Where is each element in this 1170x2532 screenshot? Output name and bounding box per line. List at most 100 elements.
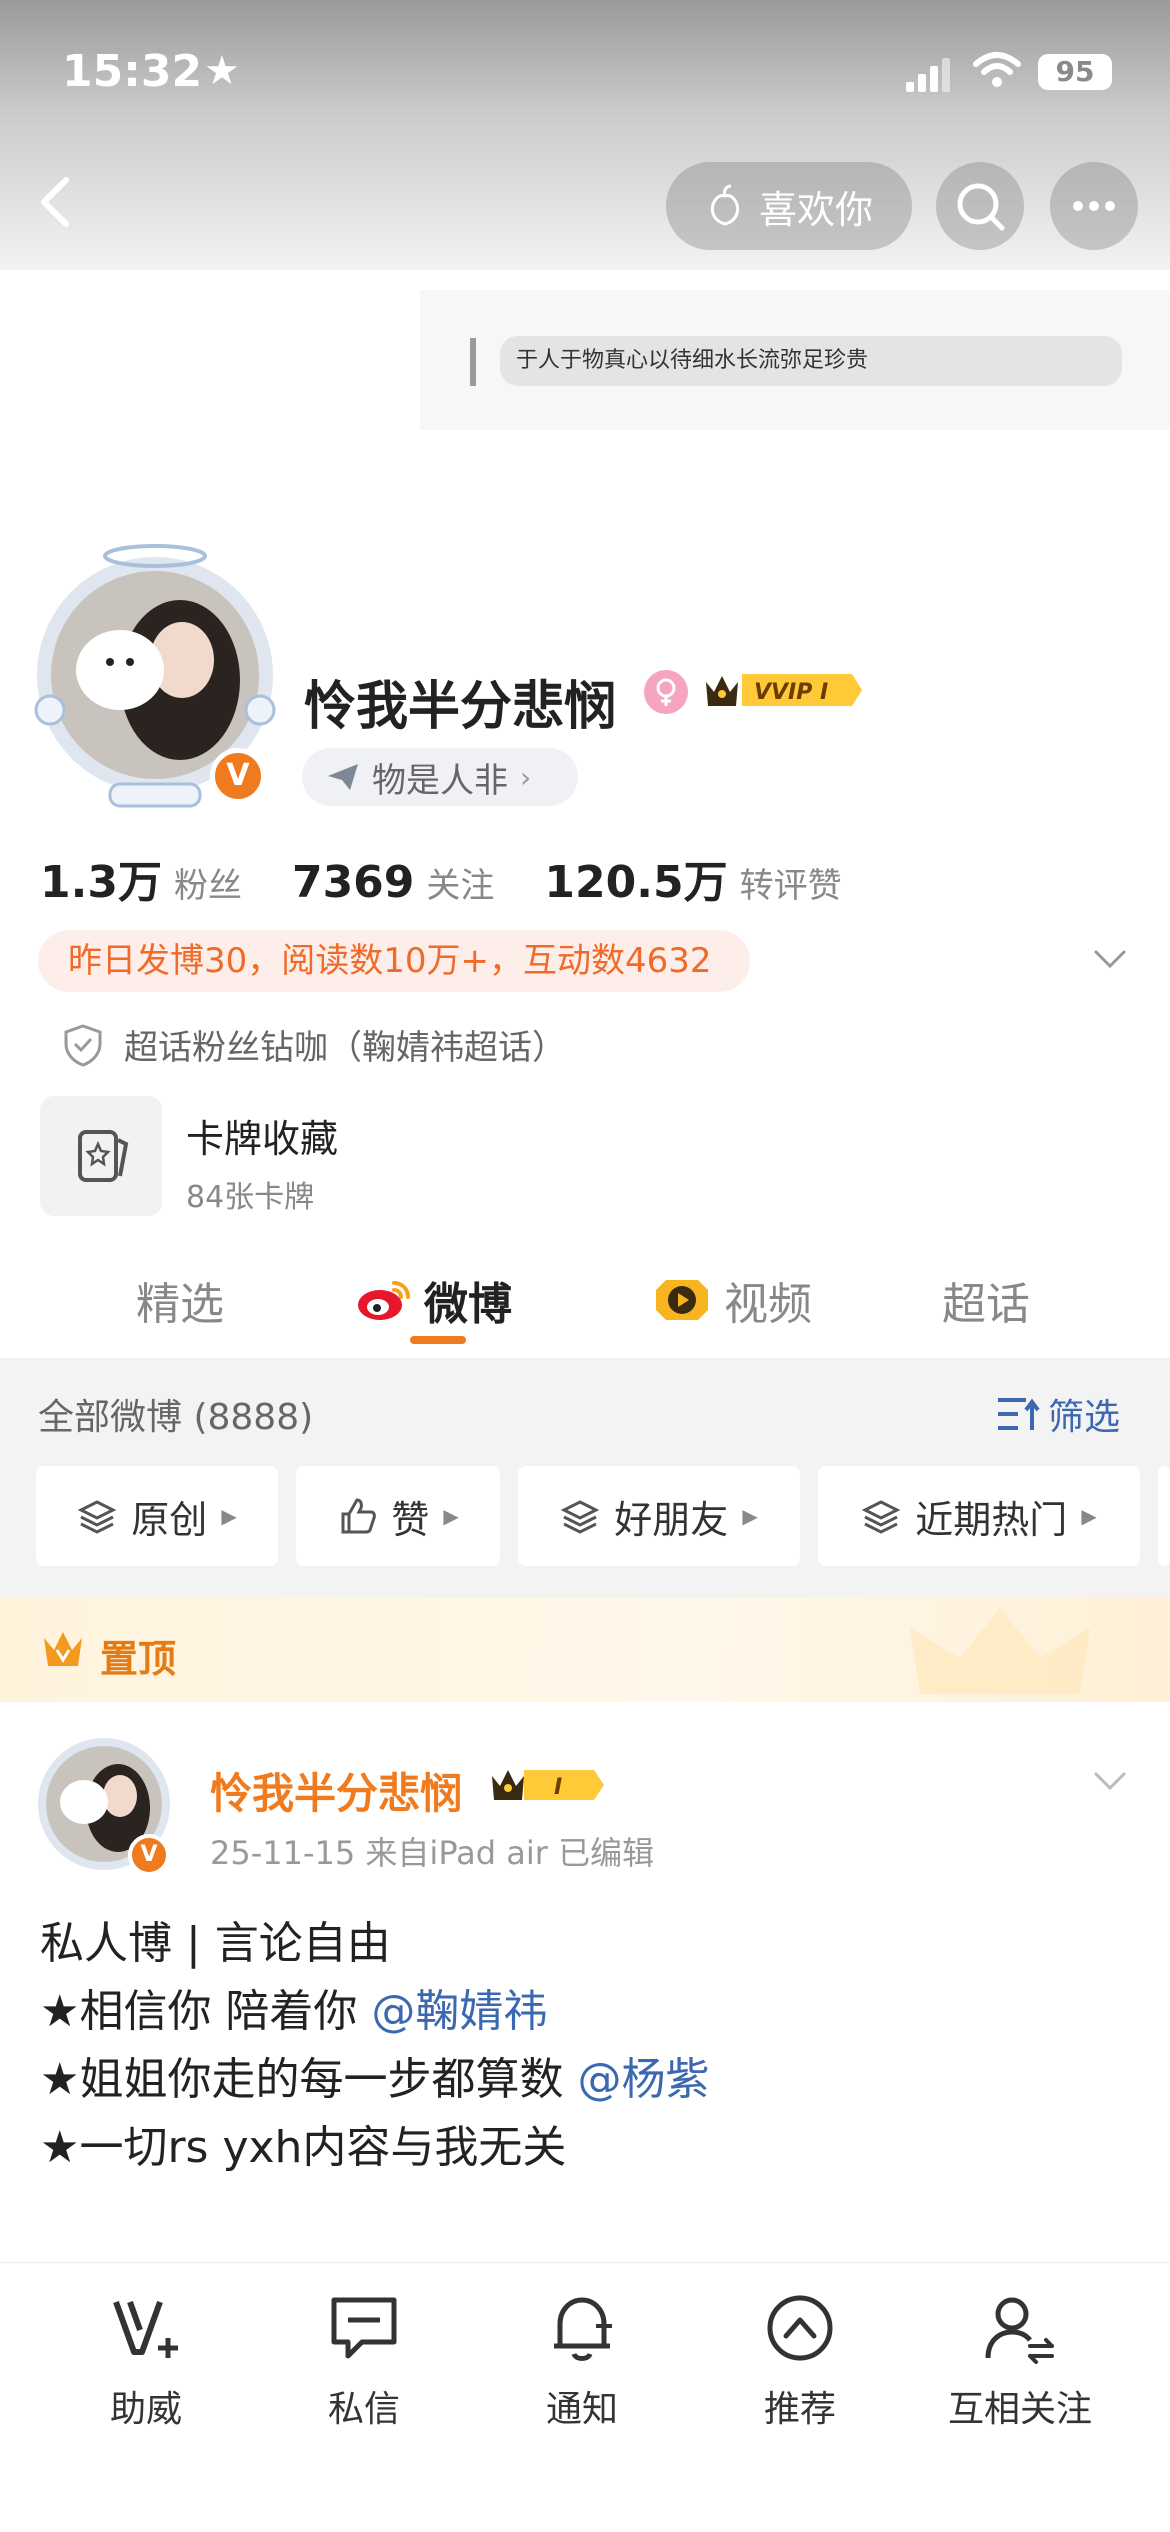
fan-title-text: 超话粉丝钻咖（鞠婧祎超话）: [124, 1028, 566, 1068]
tab-weibo[interactable]: 微博: [356, 1268, 512, 1332]
filter-label: 筛选: [1048, 1397, 1121, 1438]
tab-video[interactable]: 视频: [652, 1268, 812, 1332]
pinned-label: 置顶: [100, 1637, 177, 1681]
status-text: 物是人非: [372, 760, 508, 801]
bell-icon: [554, 2297, 612, 2361]
card-icon: [78, 1130, 129, 1182]
tab-weibo-label: 微博: [424, 1279, 512, 1330]
nav-recommend[interactable]: 推荐: [710, 2290, 890, 2432]
chip-friends-label: 好朋友: [614, 1497, 729, 1542]
battery-level: 95: [1038, 54, 1112, 90]
mention-link[interactable]: @杨紫: [577, 2054, 709, 2105]
interactions-label: 转评赞: [739, 866, 842, 906]
feed-count: 全部微博 (8888): [38, 1397, 314, 1438]
weibo-logo-icon: [358, 1281, 410, 1320]
chip-liked[interactable]: 赞 ▶: [296, 1466, 500, 1566]
status-bar: 15:32 ★ 95: [0, 0, 1170, 140]
cellular-signal-icon: [906, 58, 950, 92]
layers-icon: [77, 1500, 117, 1534]
active-tab-indicator: [410, 1336, 466, 1344]
followers-count: 1.3万: [40, 857, 162, 908]
post-menu-chevron-icon[interactable]: [1090, 1766, 1130, 1796]
search-button[interactable]: [936, 162, 1024, 250]
post-line-1: 私人博 | 言论自由: [40, 1918, 391, 1969]
chip-friends[interactable]: 好朋友 ▶: [518, 1466, 800, 1566]
following-count: 7369: [291, 857, 415, 908]
stat-following[interactable]: 7369 关注: [292, 857, 494, 908]
filter-icon: [998, 1398, 1040, 1430]
chip-liked-label: 赞: [391, 1497, 430, 1542]
status-chip[interactable]: 物是人非 ›: [302, 748, 578, 806]
followers-label: 粉丝: [173, 866, 242, 906]
post-line-3-text: ★姐姐你走的每一步都算数: [40, 2054, 578, 2105]
tab-featured[interactable]: 精选: [136, 1268, 224, 1332]
user-follow-icon: [985, 2297, 1054, 2364]
background-caption: 于人于物真心以待细水长流弥足珍贵: [500, 336, 1122, 386]
more-button[interactable]: [1050, 162, 1138, 250]
up-arrow-icon: [767, 2295, 833, 2361]
following-label: 关注: [426, 866, 495, 906]
profile-tabs: 精选 微博 视频 超话: [0, 1260, 1170, 1360]
like-you-label: 喜欢你: [758, 187, 873, 232]
background-divider: [470, 338, 476, 386]
wifi-icon: [973, 52, 1021, 87]
paper-plane-icon: [328, 764, 358, 790]
filter-button[interactable]: 筛选: [996, 1388, 1120, 1440]
chip-recent-hot-label: 近期热门: [915, 1497, 1068, 1542]
post-meta: 25-11-15 来自iPad air 已编辑: [210, 1834, 655, 1872]
post-line-2: ★相信你 陪着你 @鞠婧祎: [40, 1978, 709, 2046]
vvip-label: VVIP I: [754, 680, 828, 705]
caret-right-icon: ▶: [221, 1504, 237, 1528]
fan-title-row[interactable]: 超话粉丝钻咖（鞠婧祎超话）: [60, 1020, 566, 1069]
stat-interactions[interactable]: 120.5万 转评赞: [544, 846, 841, 910]
verified-badge: V: [210, 748, 266, 804]
vvip-crown-badge[interactable]: VVIP I: [702, 668, 864, 712]
crown-watermark-icon: [910, 1608, 1090, 1694]
card-collection-count: 84张卡牌: [186, 1180, 315, 1215]
chip-overflow[interactable]: [1158, 1466, 1170, 1566]
expand-chevron-icon[interactable]: [1090, 944, 1130, 974]
nav-cheer[interactable]: 助威: [56, 2290, 236, 2432]
chip-original[interactable]: 原创 ▶: [36, 1466, 278, 1566]
video-play-icon: [656, 1280, 708, 1320]
post-line-2-text: ★相信你 陪着你: [40, 1986, 372, 2037]
tab-supertopic[interactable]: 超话: [942, 1268, 1030, 1332]
post-body: 私人博 | 言论自由 ★相信你 陪着你 @鞠婧祎 ★姐姐你走的每一步都算数 @杨…: [40, 1910, 709, 2182]
chat-icon: [331, 2297, 397, 2359]
profile-stats: 1.3万 粉丝 7369 关注 120.5万 转评赞: [40, 846, 892, 910]
caret-right-icon: ▶: [443, 1504, 459, 1528]
nav-notifications-label: 通知: [545, 2389, 618, 2430]
layers-icon: [560, 1500, 600, 1534]
activity-summary[interactable]: 昨日发博30，阅读数10万+，互动数4632: [38, 930, 750, 992]
nav-cheer-label: 助威: [109, 2389, 182, 2430]
stat-followers[interactable]: 1.3万 粉丝: [40, 846, 242, 910]
card-collection-title[interactable]: 卡牌收藏: [186, 1108, 338, 1163]
post-author[interactable]: 怜我半分悲悯: [210, 1760, 462, 1821]
nav-messages[interactable]: 私信: [274, 2290, 454, 2432]
shield-icon: [64, 1023, 102, 1067]
vip-level-label: I: [554, 1775, 562, 1800]
v-plus-icon: [113, 2300, 178, 2358]
status-time: 15:32: [62, 46, 203, 97]
chip-original-label: 原创: [131, 1497, 208, 1542]
vip-crown-badge[interactable]: I: [488, 1764, 606, 1806]
search-icon: [957, 183, 1005, 231]
back-chevron-icon[interactable]: [28, 172, 88, 232]
card-collection-tile[interactable]: [40, 1096, 162, 1216]
profile-nickname: 怜我半分悲悯: [304, 677, 617, 737]
caret-right-icon: ▶: [1081, 1504, 1097, 1528]
nav-recommend-label: 推荐: [763, 2389, 836, 2430]
caret-right-icon: ▶: [742, 1504, 758, 1528]
mention-link[interactable]: @鞠婧祎: [371, 1986, 547, 2037]
post-line-4: ★一切rs yxh内容与我无关: [40, 2122, 567, 2173]
post-line-3: ★姐姐你走的每一步都算数 @杨紫: [40, 2046, 709, 2114]
nav-mutual-follow[interactable]: 互相关注: [930, 2290, 1110, 2432]
like-you-button[interactable]: 喜欢你: [666, 162, 912, 250]
tab-video-label: 视频: [724, 1279, 812, 1330]
chevron-right-icon: ›: [520, 760, 532, 794]
star-icon: ★: [204, 48, 240, 94]
chip-recent-hot[interactable]: 近期热门 ▶: [818, 1466, 1140, 1566]
interactions-count: 120.5万: [544, 857, 728, 908]
crown-icon: [44, 1632, 82, 1666]
nav-notifications[interactable]: 通知: [492, 2290, 672, 2432]
